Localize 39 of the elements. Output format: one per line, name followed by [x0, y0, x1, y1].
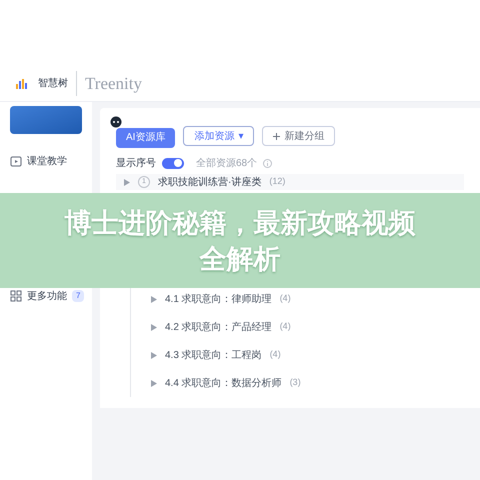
sidebar-item[interactable]: 更多功能 7: [0, 284, 92, 308]
subgroup-row[interactable]: 4.3 求职意向：工程岗 (4): [131, 341, 464, 369]
expand-caret-icon[interactable]: [151, 296, 157, 302]
subgroup-title: 4.1 求职意向：律师助理: [165, 292, 272, 306]
robot-icon: [110, 116, 122, 128]
info-icon: [263, 158, 272, 168]
expand-caret-icon[interactable]: [151, 380, 157, 386]
group-count: (12): [269, 175, 286, 188]
expand-caret-icon[interactable]: [151, 324, 157, 330]
group-title: 求职技能训练营·讲座类: [158, 176, 262, 190]
logo-bars-icon: [16, 78, 30, 88]
add-resource-button[interactable]: 添加资源 ▾: [183, 126, 254, 146]
course-cover-photo-placeholder: [10, 106, 82, 134]
new-group-button[interactable]: 新建分组: [262, 126, 336, 146]
plus-icon: [273, 132, 280, 140]
sidebar-item[interactable]: 课堂教学: [0, 149, 92, 173]
subgroup-row[interactable]: 4.2 求职意向：产品经理 (4): [131, 313, 464, 341]
subgroup-count: (4): [270, 348, 281, 362]
subgroup-title: 4.3 求职意向：工程岗: [165, 348, 262, 362]
brand-name: 智慧树: [38, 76, 68, 91]
wordmark: Treenity: [76, 70, 142, 96]
subgroup-count: (3): [290, 376, 301, 390]
ai-library-button[interactable]: AI资源库: [116, 128, 176, 148]
expand-caret-icon[interactable]: [124, 178, 130, 186]
grid-icon: [10, 290, 22, 302]
total-count: 全部资源68个: [196, 156, 258, 170]
banner-headline: 博士进阶秘籍，最新攻略视频: [64, 206, 416, 240]
show-index-label: 显示序号: [116, 156, 156, 170]
banner-headline: 全解析: [200, 242, 280, 276]
video-icon: [10, 155, 22, 167]
subgroup-title: 4.4 求职意向：数据分析师: [165, 376, 282, 390]
subgroup-row[interactable]: 4.1 求职意向：律师助理 (4): [131, 285, 464, 313]
subgroup-row[interactable]: 4.4 求职意向：数据分析师 (3): [131, 369, 464, 397]
subgroup-count: (4): [280, 320, 291, 334]
subgroup-count: (4): [280, 292, 291, 306]
expand-caret-icon[interactable]: [151, 352, 157, 358]
subgroup-title: 4.2 求职意向：产品经理: [165, 320, 272, 334]
count-badge: 7: [72, 290, 84, 302]
show-index-toggle[interactable]: [162, 158, 184, 168]
